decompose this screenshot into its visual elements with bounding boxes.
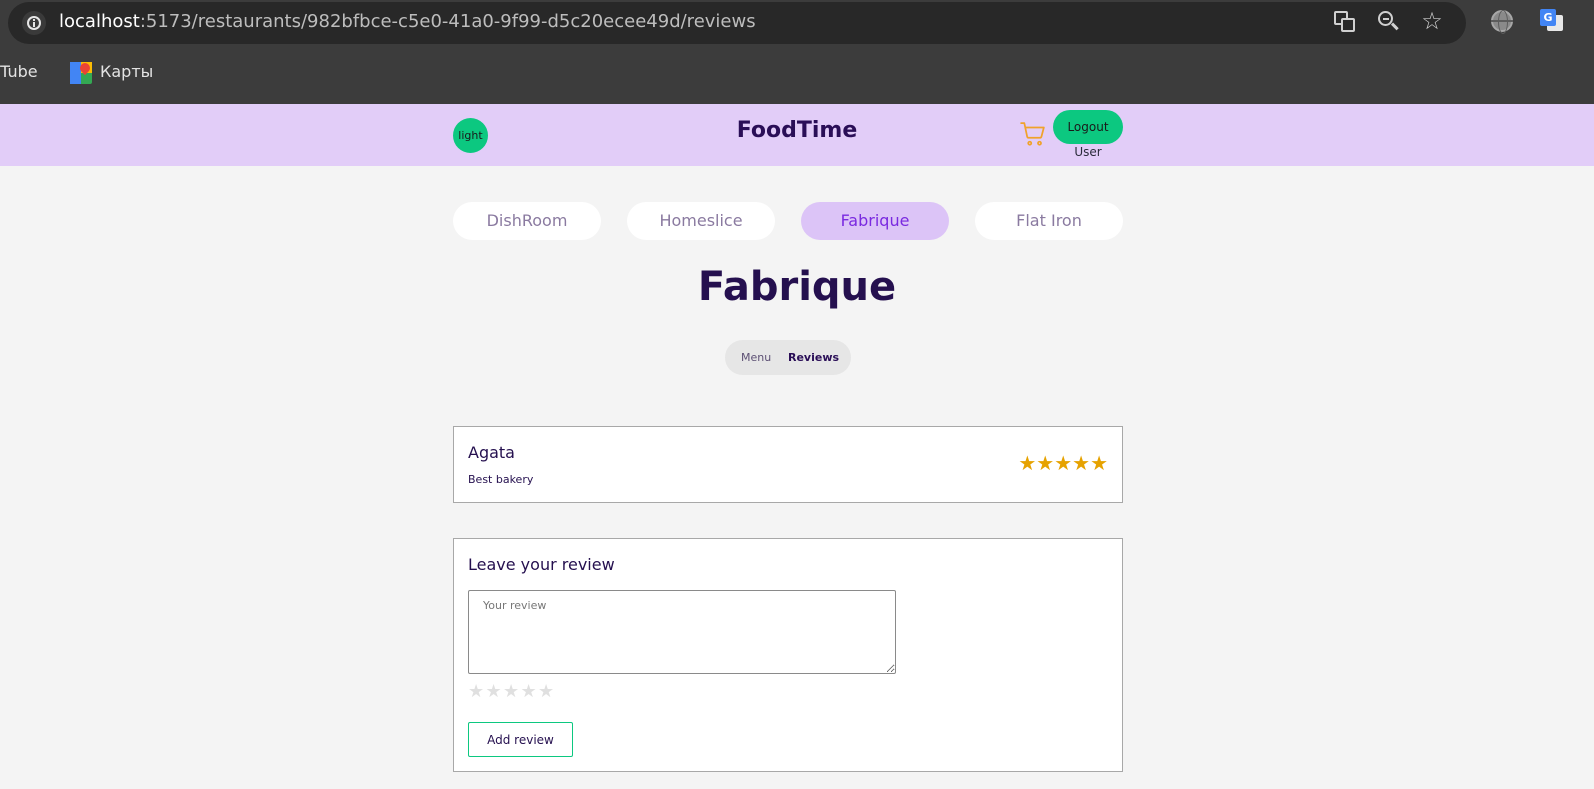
bookmark-star-icon[interactable]: ☆ xyxy=(1420,9,1444,33)
review-form-title: Leave your review xyxy=(468,555,615,574)
rating-input: ★★★★★ xyxy=(468,681,556,702)
rating-star-4[interactable]: ★ xyxy=(521,681,539,702)
browser-chrome: localhost:5173/restaurants/982bfbce-c5e0… xyxy=(0,0,1594,104)
review-textarea[interactable] xyxy=(468,590,896,674)
url-path: :5173/restaurants/982bfbce-c5e0-41a0-9f9… xyxy=(139,11,756,32)
cart-icon[interactable] xyxy=(1020,121,1046,147)
address-bar[interactable]: localhost:5173/restaurants/982bfbce-c5e0… xyxy=(8,2,1466,44)
review-text: Best bakery xyxy=(468,473,534,486)
review-rating-stars: ★★★★★ xyxy=(1018,451,1108,475)
review-card: Agata Best bakery ★★★★★ xyxy=(453,426,1123,503)
translate-icon[interactable] xyxy=(1332,9,1356,33)
zoom-out-icon[interactable] xyxy=(1376,9,1400,33)
review-form: Leave your review ★★★★★ Add review xyxy=(453,538,1123,772)
subtab-menu[interactable]: Menu xyxy=(741,340,771,375)
rating-star-1[interactable]: ★ xyxy=(468,681,486,702)
bookmark-maps[interactable]: Карты xyxy=(100,62,153,81)
tab-dishroom[interactable]: DishRoom xyxy=(453,202,601,240)
bookmark-youtube[interactable]: uTube xyxy=(0,62,38,81)
add-review-button[interactable]: Add review xyxy=(468,722,573,757)
globe-extension-icon[interactable] xyxy=(1490,9,1514,34)
restaurant-subtabs: Menu Reviews xyxy=(725,340,851,375)
rating-star-5[interactable]: ★ xyxy=(538,681,556,702)
site-info-icon[interactable] xyxy=(22,11,46,35)
google-maps-icon[interactable] xyxy=(70,60,93,84)
app-header: light FoodTime Logout User xyxy=(0,104,1594,166)
brand-title: FoodTime xyxy=(736,118,858,143)
user-name-label: User xyxy=(1074,145,1102,159)
tab-fabrique[interactable]: Fabrique xyxy=(801,202,949,240)
tab-flat-iron[interactable]: Flat Iron xyxy=(975,202,1123,240)
rating-star-2[interactable]: ★ xyxy=(486,681,504,702)
restaurant-title: Fabrique xyxy=(697,264,897,310)
google-translate-extension-icon[interactable]: G xyxy=(1540,9,1564,33)
url-host: localhost xyxy=(59,11,140,32)
rating-star-3[interactable]: ★ xyxy=(503,681,521,702)
subtab-reviews[interactable]: Reviews xyxy=(788,340,839,375)
restaurant-tabs: DishRoom Homeslice Fabrique Flat Iron xyxy=(453,202,1123,240)
url-text[interactable]: localhost:5173/restaurants/982bfbce-c5e0… xyxy=(59,11,756,32)
review-author: Agata xyxy=(468,443,515,462)
logout-button[interactable]: Logout xyxy=(1053,110,1123,144)
tab-homeslice[interactable]: Homeslice xyxy=(627,202,775,240)
